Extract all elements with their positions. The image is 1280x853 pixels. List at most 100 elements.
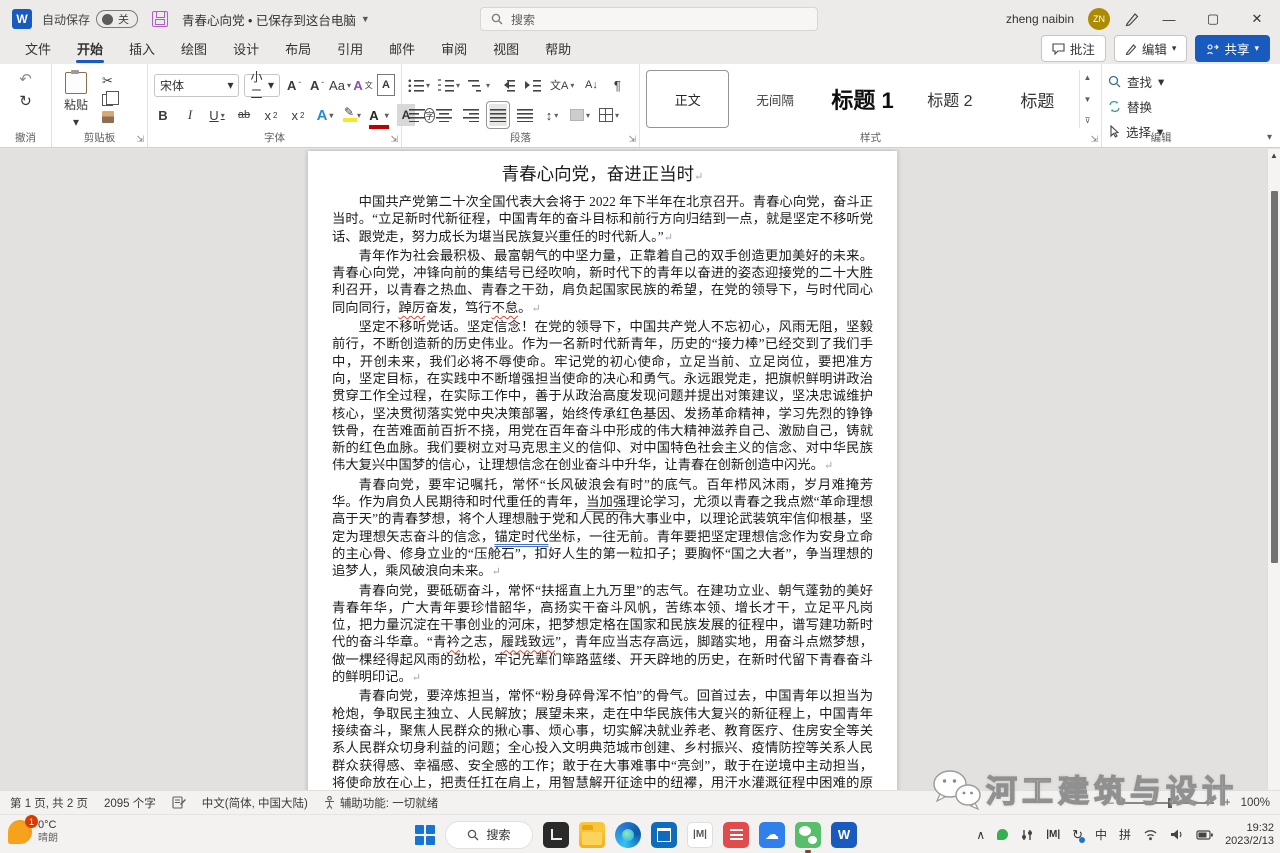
taskbar-search[interactable]: 搜索 bbox=[445, 821, 533, 849]
tab-mailings[interactable]: 邮件 bbox=[376, 36, 428, 64]
find-button[interactable]: 查找▾ bbox=[1108, 72, 1164, 91]
tab-view[interactable]: 视图 bbox=[480, 36, 532, 64]
file-explorer-icon[interactable] bbox=[579, 822, 605, 848]
undo-icon[interactable]: ↶ bbox=[19, 70, 32, 88]
distribute-button[interactable] bbox=[516, 104, 534, 126]
microsoft-store-icon[interactable] bbox=[651, 822, 677, 848]
accessibility-status[interactable]: 辅助功能: 一切就绪 bbox=[324, 795, 438, 811]
minimize-button[interactable]: — bbox=[1154, 4, 1184, 34]
share-button[interactable]: 共享 ▾ bbox=[1195, 35, 1270, 62]
change-case-button[interactable]: Aa▾ bbox=[331, 74, 349, 96]
replace-button[interactable]: 替换 bbox=[1108, 97, 1164, 116]
edge-browser-icon[interactable] bbox=[615, 822, 641, 848]
document-page[interactable]: 青春心向党，奋进正当时↵ 中国共产党第二十次全国代表大会将于 2022 年下半年… bbox=[308, 151, 897, 790]
justify-button[interactable] bbox=[489, 104, 507, 126]
tab-review[interactable]: 审阅 bbox=[428, 36, 480, 64]
text-effects-button[interactable]: A▾ bbox=[316, 104, 334, 126]
style-title[interactable]: 标题 bbox=[996, 70, 1079, 128]
document-canvas[interactable]: 青春心向党，奋进正当时↵ 中国共产党第二十次全国代表大会将于 2022 年下半年… bbox=[0, 149, 1280, 790]
cut-icon[interactable]: ✂ bbox=[102, 73, 114, 89]
font-size-combo[interactable]: 小二▾ bbox=[244, 74, 280, 97]
tab-file[interactable]: 文件 bbox=[12, 36, 64, 64]
bold-button[interactable]: B bbox=[154, 104, 172, 126]
tab-help[interactable]: 帮助 bbox=[532, 36, 584, 64]
font-dialog-launcher[interactable]: ⇲ bbox=[390, 134, 398, 145]
style-heading-2[interactable]: 标题 2 bbox=[908, 70, 991, 128]
borders-button[interactable]: ▾ bbox=[599, 104, 619, 126]
doc-paragraph[interactable]: 中国共产党第二十次全国代表大会将于 2022 年下半年在北京召开。青春心向党，奋… bbox=[332, 193, 873, 247]
doc-paragraph[interactable]: 青春向党，要淬炼担当，常怀“粉身碎骨浑不怕”的骨气。回首过去，中国青年以担当为枪… bbox=[332, 687, 873, 790]
align-right-button[interactable] bbox=[462, 104, 480, 126]
sort-button[interactable]: A↓ bbox=[582, 74, 600, 96]
font-name-combo[interactable]: 宋体▾ bbox=[154, 74, 239, 97]
zoom-level[interactable]: 100% bbox=[1241, 797, 1270, 809]
zoom-slider[interactable] bbox=[1124, 802, 1214, 804]
clipboard-dialog-launcher[interactable]: ⇲ bbox=[136, 134, 144, 145]
tab-references[interactable]: 引用 bbox=[324, 36, 376, 64]
comments-button[interactable]: 批注 bbox=[1041, 35, 1106, 62]
doc-paragraph[interactable]: 青春向党，要牢记嘱托，常怀“长风破浪会有时”的底气。百年栉风沐雨，岁月难掩芳华。… bbox=[332, 476, 873, 582]
shading-button[interactable]: ▾ bbox=[570, 104, 590, 126]
clock[interactable]: 19:32 2023/2/13 bbox=[1225, 822, 1274, 848]
autosave-toggle[interactable]: 关 bbox=[96, 10, 138, 28]
style-gallery-more-icon[interactable]: ⊽ bbox=[1085, 116, 1091, 125]
doc-paragraph[interactable]: 坚定不移听党话。坚定信念！在党的领导下，中国共产党人不忘初心，风雨无阻，坚毅前行… bbox=[332, 318, 873, 476]
avatar[interactable]: ZN bbox=[1088, 8, 1110, 30]
show-formatting-marks-button[interactable]: ¶ bbox=[608, 74, 626, 96]
editing-mode-button[interactable]: 编辑 ▾ bbox=[1114, 35, 1188, 62]
collapse-ribbon-icon[interactable]: ▾ bbox=[1267, 132, 1272, 143]
cloud-app-icon[interactable]: ☁ bbox=[759, 822, 785, 848]
style-scroll-up-icon[interactable]: ▲ bbox=[1084, 73, 1092, 82]
scroll-up-icon[interactable]: ▲ bbox=[1270, 151, 1278, 160]
superscript-button[interactable]: x2 bbox=[289, 104, 307, 126]
doc-paragraph[interactable]: 青春向党，要砥砺奋斗，常怀“扶摇直上九万里”的志气。在建功立业、朝气蓬勃的美好青… bbox=[332, 582, 873, 688]
battery-icon[interactable] bbox=[1196, 829, 1213, 841]
vertical-scrollbar[interactable]: ▲ bbox=[1267, 149, 1280, 790]
highlight-color-button[interactable]: ▾ bbox=[343, 104, 361, 126]
taskbar-weather-widget[interactable]: 1 0°C 晴朗 bbox=[8, 819, 58, 845]
asian-layout-button[interactable]: 文A▾ bbox=[550, 74, 574, 96]
tray-m-icon[interactable]: |M| bbox=[1046, 829, 1060, 840]
word-count[interactable]: 2095 个字 bbox=[104, 795, 156, 811]
font-color-button[interactable]: A▾ bbox=[370, 104, 388, 126]
shrink-font-button[interactable]: Aˇ bbox=[308, 74, 326, 96]
line-spacing-button[interactable]: ↕▾ bbox=[543, 104, 561, 126]
m-app-icon[interactable]: |M| bbox=[687, 822, 713, 848]
speaker-icon[interactable] bbox=[1170, 828, 1184, 841]
proofing-status-icon[interactable] bbox=[172, 796, 186, 809]
zoom-slider-thumb[interactable] bbox=[1168, 798, 1172, 808]
decrease-indent-button[interactable] bbox=[498, 74, 516, 96]
style-heading-1[interactable]: 标题 1 bbox=[821, 70, 904, 128]
phonetic-guide-button[interactable]: A文 bbox=[354, 74, 372, 96]
tab-insert[interactable]: 插入 bbox=[116, 36, 168, 64]
strikethrough-button[interactable]: ab bbox=[235, 104, 253, 126]
start-button[interactable] bbox=[415, 825, 435, 845]
tab-design[interactable]: 设计 bbox=[220, 36, 272, 64]
paste-button[interactable]: 粘贴 ▾ bbox=[58, 70, 94, 131]
tray-expand-icon[interactable]: ∧ bbox=[976, 828, 985, 842]
word-taskbar-icon[interactable]: W bbox=[831, 822, 857, 848]
bullet-list-button[interactable]: ▾ bbox=[408, 74, 430, 96]
document-title[interactable]: 青春心向党 • 已保存到这台电脑 bbox=[182, 10, 356, 29]
maximize-button[interactable]: ▢ bbox=[1198, 4, 1228, 34]
copy-icon[interactable] bbox=[102, 94, 113, 106]
paragraph-dialog-launcher[interactable]: ⇲ bbox=[628, 134, 636, 145]
ime-pinyin-indicator[interactable]: 拼 bbox=[1119, 826, 1131, 843]
tab-home[interactable]: 开始 bbox=[64, 36, 116, 64]
page-indicator[interactable]: 第 1 页, 共 2 页 bbox=[10, 795, 88, 811]
subscript-button[interactable]: x2 bbox=[262, 104, 280, 126]
language-indicator[interactable]: 中文(简体, 中国大陆) bbox=[202, 795, 308, 811]
zoom-out-icon[interactable]: – bbox=[1107, 797, 1113, 809]
grow-font-button[interactable]: Aˆ bbox=[285, 74, 303, 96]
multilevel-list-button[interactable]: ▾ bbox=[468, 74, 490, 96]
redo-icon[interactable]: ↻ bbox=[19, 92, 32, 110]
align-center-button[interactable] bbox=[435, 104, 453, 126]
inking-pen-icon[interactable] bbox=[1124, 11, 1140, 27]
close-button[interactable]: ✕ bbox=[1242, 4, 1272, 34]
search-box[interactable]: 搜索 bbox=[480, 7, 818, 31]
format-painter-icon[interactable] bbox=[102, 111, 114, 123]
scrollbar-thumb[interactable] bbox=[1271, 191, 1278, 563]
italic-button[interactable]: I bbox=[181, 104, 199, 126]
style-gallery-scroll[interactable]: ▲ ▼ ⊽ bbox=[1079, 70, 1095, 128]
tray-sync-icon[interactable]: ↻ bbox=[1072, 827, 1083, 843]
